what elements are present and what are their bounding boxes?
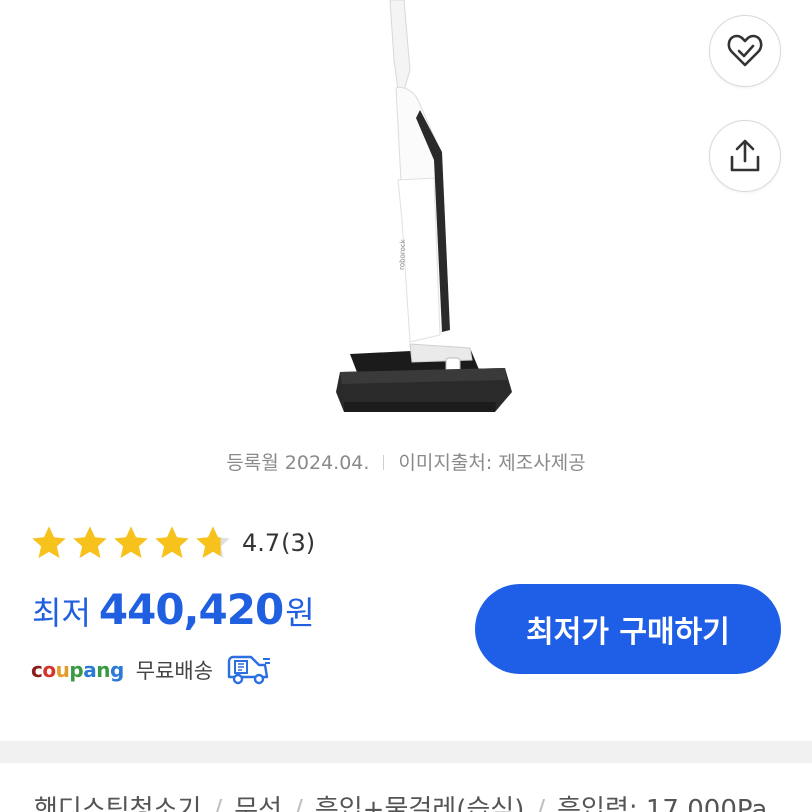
share-icon — [730, 139, 760, 172]
buy-lowest-price-button[interactable]: 최저가 구매하기 — [475, 584, 781, 674]
rating[interactable]: 4.7 (3) — [30, 523, 315, 563]
price-amount: 440,420 — [98, 585, 284, 634]
product-meta: 등록월 2024.04. 이미지출처: 제조사제공 — [0, 448, 812, 475]
star-icon — [155, 526, 189, 558]
spec-summary: 핸디스틱청소기 / 무선 / 흡입+물걸레(습식) / 흡입력: 17,000Pa — [34, 792, 812, 812]
free-shipping-label: 무료배송 — [135, 659, 214, 683]
wishlist-button[interactable] — [709, 15, 781, 87]
spec-separator: / — [536, 795, 546, 812]
meta-divider — [383, 455, 385, 470]
star-icon — [73, 526, 107, 558]
spec-item: 흡입+물걸레(습식) — [314, 795, 525, 812]
star-icon — [32, 526, 66, 558]
price-unit: 원 — [285, 594, 315, 632]
star-icon — [114, 526, 148, 558]
spec-item: 흡입력: 17,000Pa — [557, 795, 768, 812]
shipping-info: coupang 무료배송 — [31, 652, 271, 688]
rating-score: 4.7 — [242, 529, 281, 557]
star-rating — [30, 524, 232, 562]
share-button[interactable] — [709, 120, 781, 192]
review-count: (3) — [281, 529, 316, 557]
spec-item: 무선 — [234, 795, 283, 812]
brand-print: roborock — [398, 238, 407, 270]
registered-date: 등록월 2024.04. — [226, 452, 370, 474]
heart-check-icon — [727, 34, 763, 67]
star-icon — [196, 526, 230, 558]
rocket-delivery-icon — [225, 651, 271, 689]
spec-separator: / — [294, 795, 303, 812]
spec-separator: / — [213, 795, 223, 812]
spec-item: 핸디스틱청소기 — [34, 795, 202, 812]
image-source: 이미지출처: 제조사제공 — [398, 452, 586, 474]
price-label: 최저 — [32, 594, 91, 632]
lowest-price: 최저 440,420 원 — [32, 585, 315, 634]
spec-list: 핸디스틱청소기 / 무선 / 흡입+물걸레(습식) / 흡입력: 17,000Pa — [34, 792, 767, 812]
section-divider — [0, 741, 812, 763]
product-image: roborock — [336, 0, 512, 412]
coupang-logo: coupang — [31, 658, 124, 682]
